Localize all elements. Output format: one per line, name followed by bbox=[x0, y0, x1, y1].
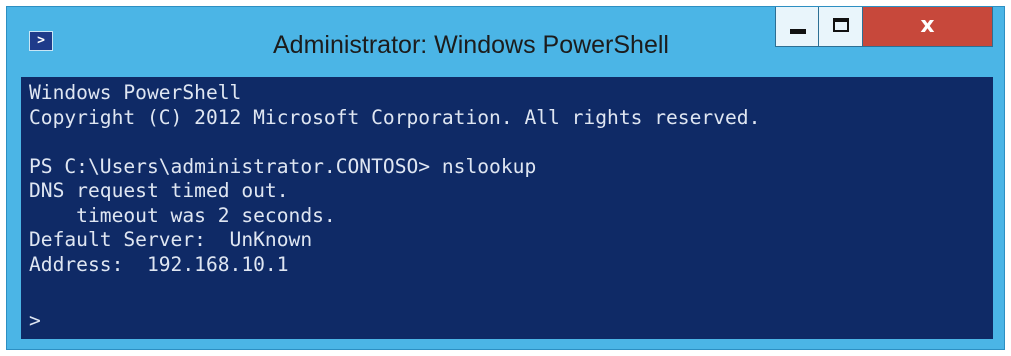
maximize-icon bbox=[833, 18, 849, 32]
minimize-icon bbox=[790, 29, 806, 34]
close-icon: x bbox=[920, 13, 935, 38]
title-bar[interactable]: > Administrator: Windows PowerShell x bbox=[7, 7, 1004, 77]
console-output[interactable]: Windows PowerShell Copyright (C) 2012 Mi… bbox=[21, 77, 993, 339]
console-line: Windows PowerShell bbox=[29, 81, 242, 104]
maximize-button[interactable] bbox=[819, 7, 863, 47]
window-title: Administrator: Windows PowerShell bbox=[273, 31, 669, 59]
console-line: Copyright (C) 2012 Microsoft Corporation… bbox=[29, 105, 761, 129]
console-line: timeout was 2 seconds. bbox=[29, 203, 336, 227]
console-prompt[interactable]: > bbox=[29, 309, 41, 334]
minimize-button[interactable] bbox=[775, 7, 819, 47]
powershell-icon[interactable]: > bbox=[29, 31, 53, 51]
console-line: PS C:\Users\administrator.CONTOSO> nsloo… bbox=[29, 154, 537, 178]
console-line: Address: 192.168.10.1 bbox=[29, 252, 289, 276]
close-button[interactable]: x bbox=[863, 7, 993, 47]
console-line: Default Server: UnKnown bbox=[29, 228, 313, 251]
powershell-window: > Administrator: Windows PowerShell x Wi… bbox=[6, 6, 1005, 350]
console-line: DNS request timed out. bbox=[29, 179, 289, 202]
